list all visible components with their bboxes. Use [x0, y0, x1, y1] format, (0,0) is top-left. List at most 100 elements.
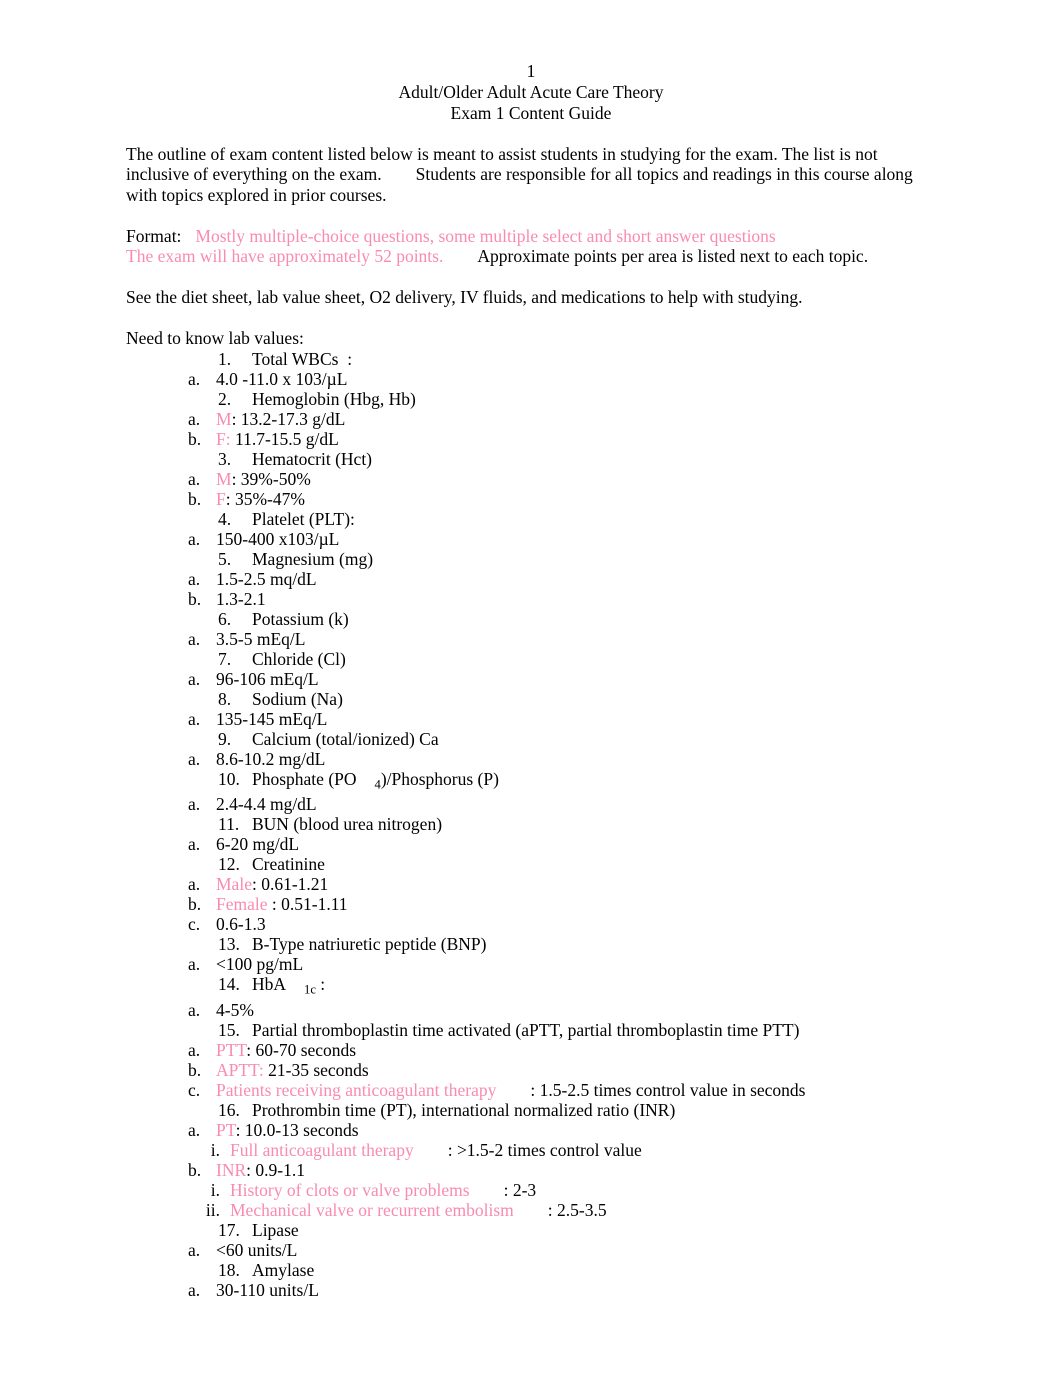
lab-subitem-text: <100 pg/mL: [216, 954, 304, 975]
lab-subitem-highlight: F: [216, 488, 226, 509]
lab-subitem-text: 0.6-1.3: [216, 914, 266, 935]
lab-item-marker: 15.: [218, 1019, 240, 1040]
lab-subitem-highlight: Female: [216, 894, 268, 915]
lab-item: 13. B-Type natriuretic peptide (BNP): [218, 934, 942, 954]
lab-item-marker: 13.: [218, 934, 240, 955]
lab-subitem-text: M: 39%-50%: [216, 468, 311, 489]
lab-subitem: a. 1.5-2.5 mq/dL: [188, 569, 942, 589]
lab-subsubitem: ii. Mechanical valve or recurrent embolis…: [194, 1200, 942, 1220]
lab-subitem-text: F: 11.7-15.5 g/dL: [216, 428, 339, 449]
lab-item-text: Amylase: [252, 1259, 315, 1280]
lab-item: 17. Lipase: [218, 1220, 942, 1240]
lab-subitem-highlight: M: [216, 408, 232, 429]
lab-subitem-marker: b.: [188, 1159, 202, 1180]
lab-subitem-text: Male: 0.61-1.21: [216, 874, 329, 895]
lab-item-text: HbA 1c :: [252, 974, 326, 997]
lab-subitem-text: 4-5%: [216, 999, 254, 1020]
lab-item: 14. HbA 1c :: [218, 974, 942, 1000]
document-title: Exam 1 Content Guide: [450, 102, 612, 123]
lab-subitem-highlight: Patients receiving anticoagulant therapy: [216, 1079, 497, 1100]
lab-item-marker: 5.: [218, 548, 232, 569]
lab-subitem-marker: a.: [188, 408, 201, 429]
lab-item-marker: 8.: [218, 688, 232, 709]
document-header: 1 Adult/Older Adult Acute Care Theory Ex…: [0, 0, 1062, 123]
document-body: The outline of exam content listed below…: [0, 123, 1062, 1300]
lab-item-text: Magnesium (mg): [252, 548, 374, 569]
lab-subitem-marker: b.: [188, 1059, 202, 1080]
lab-item: 15. Partial thromboplastin time activated…: [218, 1020, 942, 1040]
lab-subitem-text: Female : 0.51-1.11: [216, 894, 348, 915]
lab-subitem-marker: a.: [188, 528, 201, 549]
lab-subitem: a. Male: 0.61-1.21: [188, 874, 942, 894]
lab-item-text: Hemoglobin (Hbg, Hb): [252, 388, 416, 409]
lab-subitem-text: F: 35%-47%: [216, 488, 305, 509]
lab-item: 18. Amylase: [218, 1260, 942, 1280]
course-title: Adult/Older Adult Acute Care Theory: [398, 82, 664, 102]
lab-subitem-marker: a.: [188, 568, 201, 589]
lab-subitem: b. 1.3-2.1: [188, 589, 942, 609]
lab-item-marker: 18.: [218, 1259, 240, 1280]
lab-item: 8. Sodium (Na): [218, 689, 942, 709]
lab-item-marker: 9.: [218, 728, 232, 749]
lab-subitem-text: 96-106 mEq/L: [216, 668, 319, 689]
lab-values-list: 1. Total WBCs : a. 4.0 -11.0 x 103/µL 2. Hemo…: [126, 349, 942, 1300]
lab-subitem-text: 150-400 x103/µL: [216, 528, 340, 549]
lab-item-text: Creatinine: [252, 854, 325, 875]
lab-subitem: a. 135-145 mEq/L: [188, 709, 942, 729]
lab-subitem-marker: a.: [188, 1239, 201, 1260]
lab-subitem-marker: b.: [188, 588, 202, 609]
lab-item-marker: 12.: [218, 854, 240, 875]
lab-subsubitem: i. History of clots or valve problems: 2-…: [194, 1180, 942, 1200]
lab-subitem: b. Female : 0.51-1.11: [188, 894, 942, 914]
lab-item: 5. Magnesium (mg): [218, 549, 942, 569]
lab-subitem-highlight: Male: [216, 874, 252, 895]
lab-subsubitem-highlight: Full anticoagulant therapy: [230, 1139, 414, 1160]
lab-subitem: c. Patients receiving anticoagulant thera…: [188, 1080, 942, 1100]
lab-subitem-marker: a.: [188, 999, 201, 1020]
lab-subitem-text: 6-20 mg/dL: [216, 834, 300, 855]
lab-subsubitem-marker: i.: [210, 1179, 220, 1200]
lab-item: 6. Potassium (k): [218, 609, 942, 629]
lab-item-marker: 14.: [218, 974, 240, 995]
lab-subsubitem-highlight: Mechanical valve or recurrent embolism: [230, 1199, 514, 1220]
lab-subitem-text: 30-110 units/L: [216, 1279, 319, 1300]
lab-subitem: a. 8.6-10.2 mg/dL: [188, 749, 942, 769]
lab-item-text: Total WBCs :: [252, 348, 353, 369]
lab-item: 12. Creatinine: [218, 854, 942, 874]
lab-subitem: b. F: 35%-47%: [188, 489, 942, 509]
lab-subitem: a. 4-5%: [188, 1000, 942, 1020]
lab-subitem: a. M: 39%-50%: [188, 469, 942, 489]
exam-points-text: The exam will have approximately 52 poin…: [126, 246, 444, 266]
lab-subitem-text: 8.6-10.2 mg/dL: [216, 748, 326, 769]
lab-subitem-marker: a.: [188, 368, 201, 389]
lab-subitem-marker: a.: [188, 468, 201, 489]
document-page: 1 Adult/Older Adult Acute Care Theory Ex…: [0, 0, 1062, 1377]
intro-paragraph-line-3: with topics explored in prior courses.: [126, 184, 387, 205]
lab-item-marker: 1.: [218, 348, 232, 369]
lab-subitem-marker: a.: [188, 748, 201, 769]
lab-subitem-marker: a.: [188, 794, 201, 815]
lab-subitem-text: APTT: 21-35 seconds: [216, 1059, 369, 1080]
lab-item: 3. Hematocrit (Hct): [218, 449, 942, 469]
intro-line-2-part-b: Students are responsible for all topics …: [415, 164, 913, 184]
lab-item-text: B-Type natriuretic peptide (BNP): [252, 934, 487, 955]
lab-subitem: a. 30-110 units/L: [188, 1280, 942, 1300]
lab-subitem-marker: b.: [188, 894, 202, 915]
lab-item-text: Lipase: [252, 1219, 299, 1240]
lab-subitem: a. 2.4-4.4 mg/dL: [188, 794, 942, 814]
lab-subitem-marker: a.: [188, 834, 201, 855]
lab-item: 2. Hemoglobin (Hbg, Hb): [218, 389, 942, 409]
lab-subitem-highlight: INR: [216, 1159, 247, 1180]
lab-item-marker: 10.: [218, 768, 240, 789]
intro-paragraph-line-1: The outline of exam content listed below…: [126, 143, 878, 164]
lab-subsubitem-marker: ii.: [205, 1199, 220, 1220]
lab-item-marker: 11.: [218, 814, 240, 835]
lab-subitem: a. 6-20 mg/dL: [188, 834, 942, 854]
lab-subitem-marker: a.: [188, 1039, 201, 1060]
lab-subitem-text: PT: 10.0-13 seconds: [216, 1119, 359, 1140]
lab-subitem: b. APTT: 21-35 seconds: [188, 1060, 942, 1080]
lab-subitem-text: 1.3-2.1: [216, 588, 266, 609]
